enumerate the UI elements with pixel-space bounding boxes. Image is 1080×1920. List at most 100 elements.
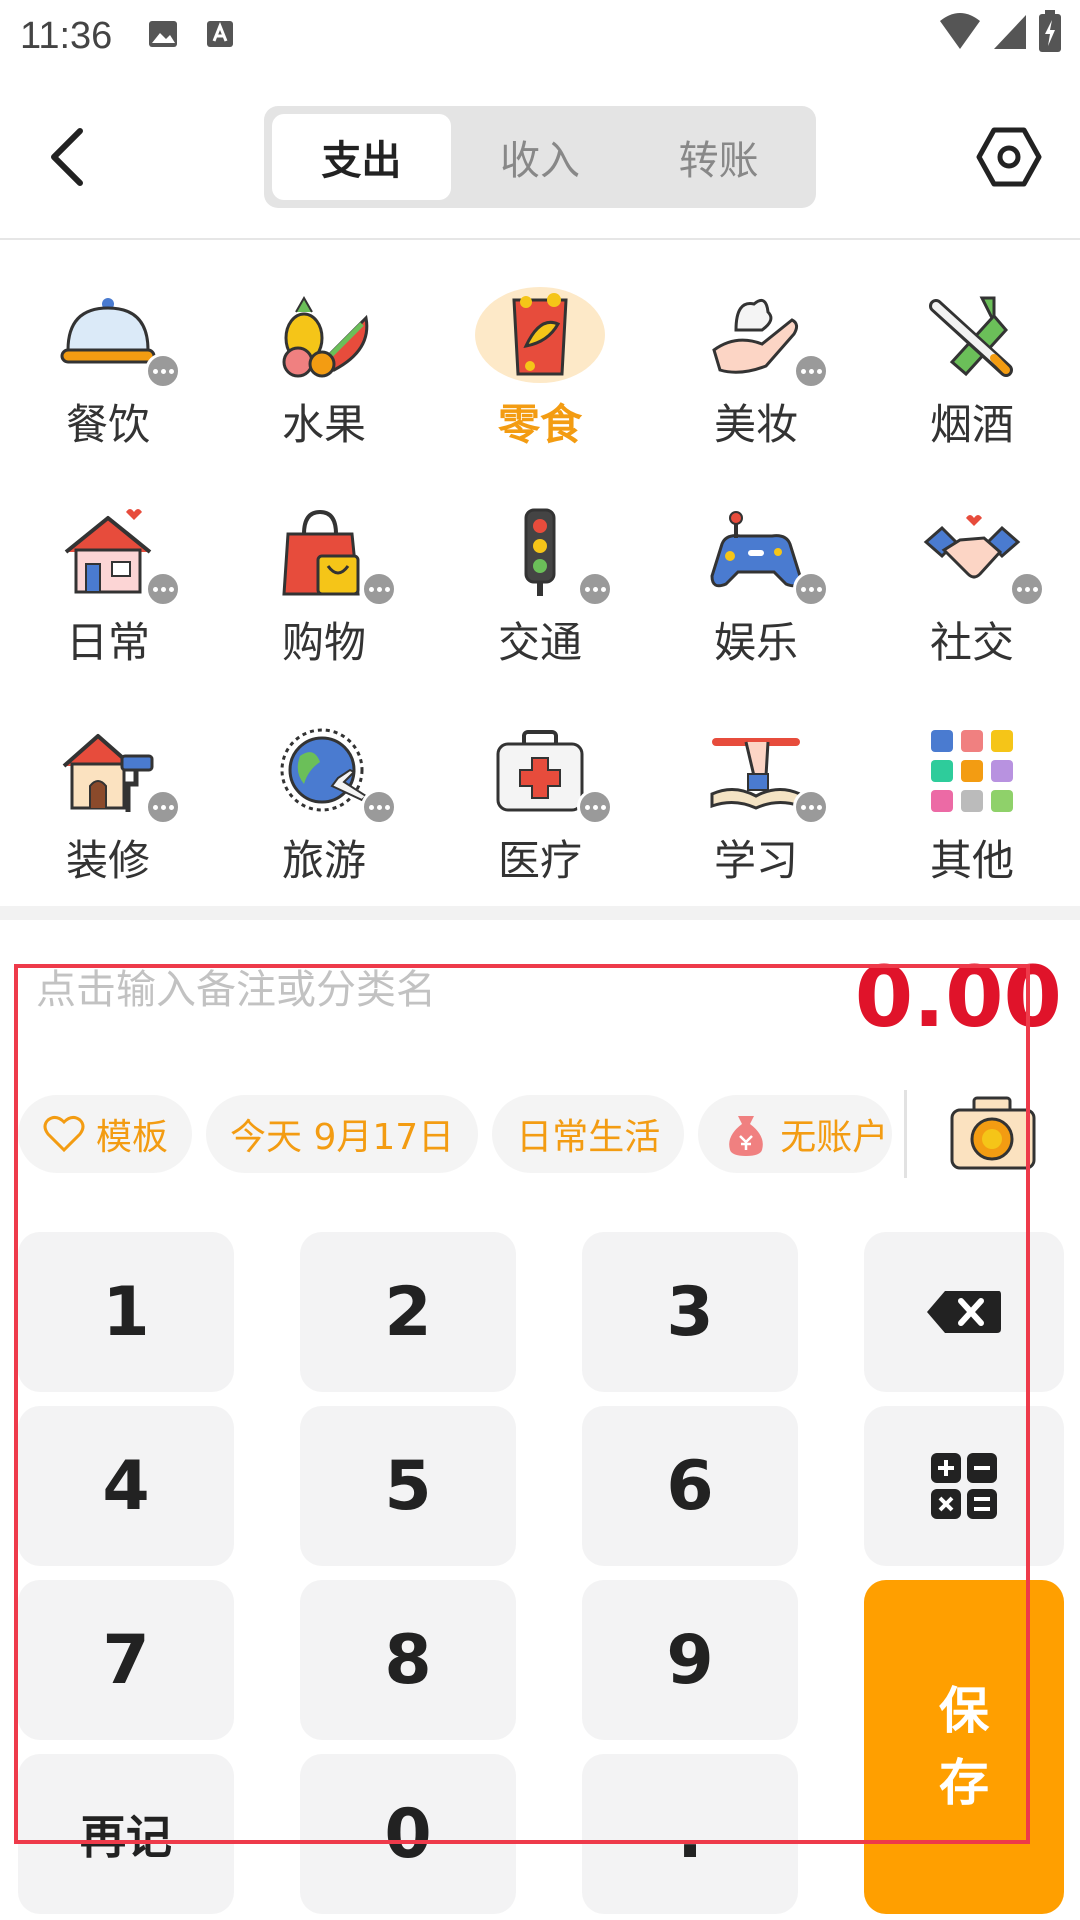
category-label: 装修 bbox=[65, 836, 150, 882]
template-chip-label: 模板 bbox=[96, 1117, 169, 1158]
category-item[interactable]: 水果 bbox=[216, 242, 432, 452]
category-label: 旅游 bbox=[281, 836, 366, 882]
category-label: 烟酒 bbox=[929, 400, 1014, 449]
category-item[interactable]: 学习 bbox=[648, 678, 864, 882]
key-3[interactable]: 3 bbox=[582, 1232, 798, 1392]
more-options-icon[interactable] bbox=[793, 353, 829, 389]
backspace-key[interactable] bbox=[864, 1232, 1064, 1392]
record-again-key[interactable]: 再记 bbox=[18, 1754, 234, 1914]
more-options-icon[interactable] bbox=[1009, 571, 1045, 607]
more-options-icon[interactable] bbox=[793, 789, 829, 825]
top-bar: 支出 收入 转账 bbox=[0, 72, 1080, 240]
key-5[interactable]: 5 bbox=[300, 1406, 516, 1566]
traffic-light-icon bbox=[524, 508, 556, 596]
keyboard-notification-icon bbox=[206, 19, 234, 53]
key-1[interactable]: 1 bbox=[18, 1232, 234, 1392]
category-label: 餐饮 bbox=[65, 400, 150, 449]
account-chip-label: 无账户 bbox=[780, 1117, 889, 1158]
category-item-selected[interactable]: 零食 bbox=[432, 242, 648, 452]
gear-icon bbox=[976, 127, 1042, 187]
key-4[interactable]: 4 bbox=[18, 1406, 234, 1566]
more-options-icon[interactable] bbox=[145, 571, 181, 607]
key-0[interactable]: 0 bbox=[300, 1754, 516, 1914]
back-button[interactable] bbox=[36, 122, 96, 192]
category-label: 医疗 bbox=[497, 836, 582, 882]
status-bar: 11:36 bbox=[0, 0, 1080, 72]
chevron-left-icon bbox=[51, 128, 83, 186]
category-label: 娱乐 bbox=[713, 618, 798, 667]
key-6[interactable]: 6 bbox=[582, 1406, 798, 1566]
category-label: 学习 bbox=[713, 836, 798, 882]
category-item[interactable]: 社交 bbox=[864, 460, 1080, 670]
more-options-icon[interactable] bbox=[577, 571, 613, 607]
cosmetics-hand-icon bbox=[712, 298, 799, 374]
signal-icon bbox=[992, 11, 1028, 55]
divider bbox=[0, 906, 1080, 920]
category-item[interactable]: 美妆 bbox=[648, 242, 864, 452]
tab-transfer[interactable]: 转账 bbox=[629, 114, 808, 200]
category-item[interactable]: 购物 bbox=[216, 460, 432, 670]
cigarette-wine-icon bbox=[929, 296, 1013, 377]
book-chip-label: 日常生活 bbox=[516, 1117, 661, 1158]
money-bag-icon bbox=[729, 1116, 764, 1156]
date-chip-label: 今天 9月17日 bbox=[230, 1117, 455, 1158]
more-options-icon[interactable] bbox=[361, 571, 397, 607]
calculator-key[interactable] bbox=[864, 1406, 1064, 1566]
tab-income[interactable]: 收入 bbox=[451, 114, 630, 200]
gamepad-icon bbox=[710, 511, 802, 588]
category-item[interactable]: 日常 bbox=[0, 460, 216, 670]
key-8[interactable]: 8 bbox=[300, 1580, 516, 1740]
camera-button[interactable] bbox=[948, 1094, 1038, 1174]
handshake-icon bbox=[923, 515, 1021, 579]
key-7[interactable]: 7 bbox=[18, 1580, 234, 1740]
more-options-icon[interactable] bbox=[145, 353, 181, 389]
category-item[interactable]: 餐饮 bbox=[0, 242, 216, 452]
category-label: 购物 bbox=[281, 618, 366, 667]
date-chip[interactable]: 今天 9月17日 bbox=[206, 1095, 479, 1173]
battery-icon bbox=[1038, 10, 1062, 56]
category-label: 美妆 bbox=[713, 400, 798, 449]
category-label: 水果 bbox=[281, 400, 366, 449]
keypad: 1 2 3 4 5 6 7 8 9 保 存 再记 0 . bbox=[18, 1232, 1064, 1914]
house-icon bbox=[64, 509, 152, 594]
note-input[interactable] bbox=[36, 960, 736, 1020]
globe-plane-icon bbox=[280, 728, 368, 812]
key-9[interactable]: 9 bbox=[582, 1580, 798, 1740]
backspace-icon bbox=[927, 1291, 1001, 1333]
category-item[interactable]: 烟酒 bbox=[864, 242, 1080, 452]
shopping-bag-icon bbox=[282, 509, 360, 596]
tab-expense[interactable]: 支出 bbox=[272, 114, 451, 200]
snack-bag-icon bbox=[512, 293, 568, 376]
more-options-icon[interactable] bbox=[793, 571, 829, 607]
chip-divider bbox=[904, 1090, 907, 1178]
category-item[interactable]: 交通 bbox=[432, 460, 648, 670]
category-item[interactable]: 装修 bbox=[0, 678, 216, 882]
book-pen-icon bbox=[710, 738, 802, 810]
more-options-icon[interactable] bbox=[361, 789, 397, 825]
category-item[interactable]: 医疗 bbox=[432, 678, 648, 882]
account-chip[interactable]: 无账户 bbox=[698, 1095, 893, 1173]
key-dot[interactable]: . bbox=[582, 1754, 798, 1914]
image-notification-icon bbox=[148, 19, 178, 53]
category-label: 零食 bbox=[497, 400, 582, 449]
heart-icon bbox=[43, 1115, 85, 1153]
category-label: 其他 bbox=[929, 836, 1014, 882]
save-button[interactable]: 保 存 bbox=[864, 1580, 1064, 1914]
type-tabs: 支出 收入 转账 bbox=[264, 106, 816, 208]
save-label-1: 保 bbox=[939, 1682, 989, 1740]
dining-cloche-icon bbox=[60, 298, 156, 364]
more-options-icon[interactable] bbox=[577, 789, 613, 825]
key-2[interactable]: 2 bbox=[300, 1232, 516, 1392]
category-item[interactable]: 其他 bbox=[864, 678, 1080, 882]
house-paint-icon bbox=[62, 734, 154, 812]
category-item[interactable]: 旅游 bbox=[216, 678, 432, 882]
more-options-icon[interactable] bbox=[145, 789, 181, 825]
grid-apps-icon bbox=[931, 730, 1013, 812]
calculator-icon bbox=[931, 1453, 997, 1519]
settings-button[interactable] bbox=[974, 122, 1044, 192]
category-item[interactable]: 娱乐 bbox=[648, 460, 864, 670]
save-label-2: 存 bbox=[939, 1754, 989, 1812]
option-chips: 模板 今天 9月17日 日常生活 无账户 bbox=[18, 1094, 893, 1174]
book-chip[interactable]: 日常生活 bbox=[492, 1095, 685, 1173]
template-chip[interactable]: 模板 bbox=[18, 1095, 193, 1173]
